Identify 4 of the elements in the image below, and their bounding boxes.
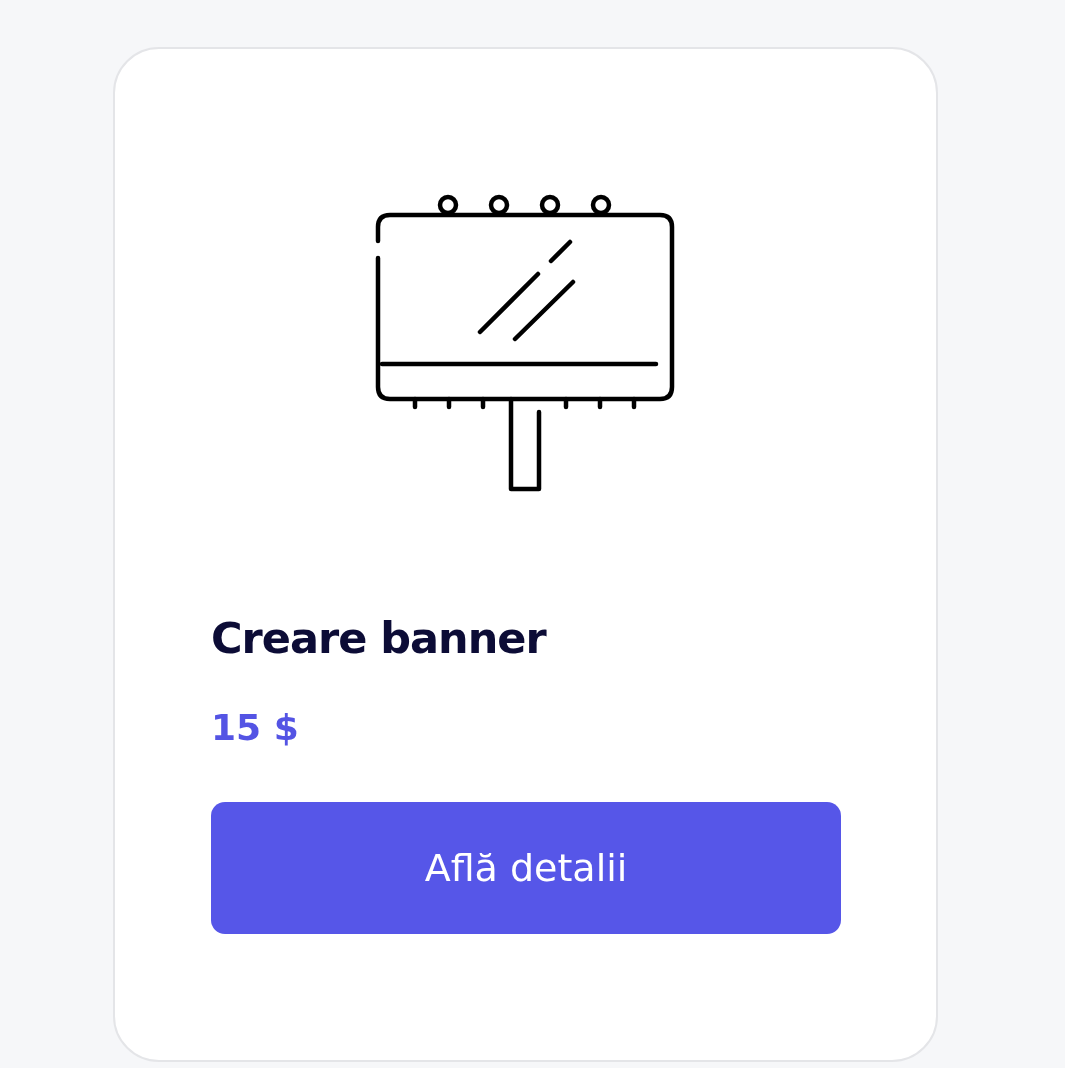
details-button[interactable]: Află detalii	[211, 802, 841, 934]
billboard-icon	[374, 192, 677, 494]
price: 15 $	[211, 706, 300, 750]
card-title: Creare banner	[211, 612, 548, 664]
